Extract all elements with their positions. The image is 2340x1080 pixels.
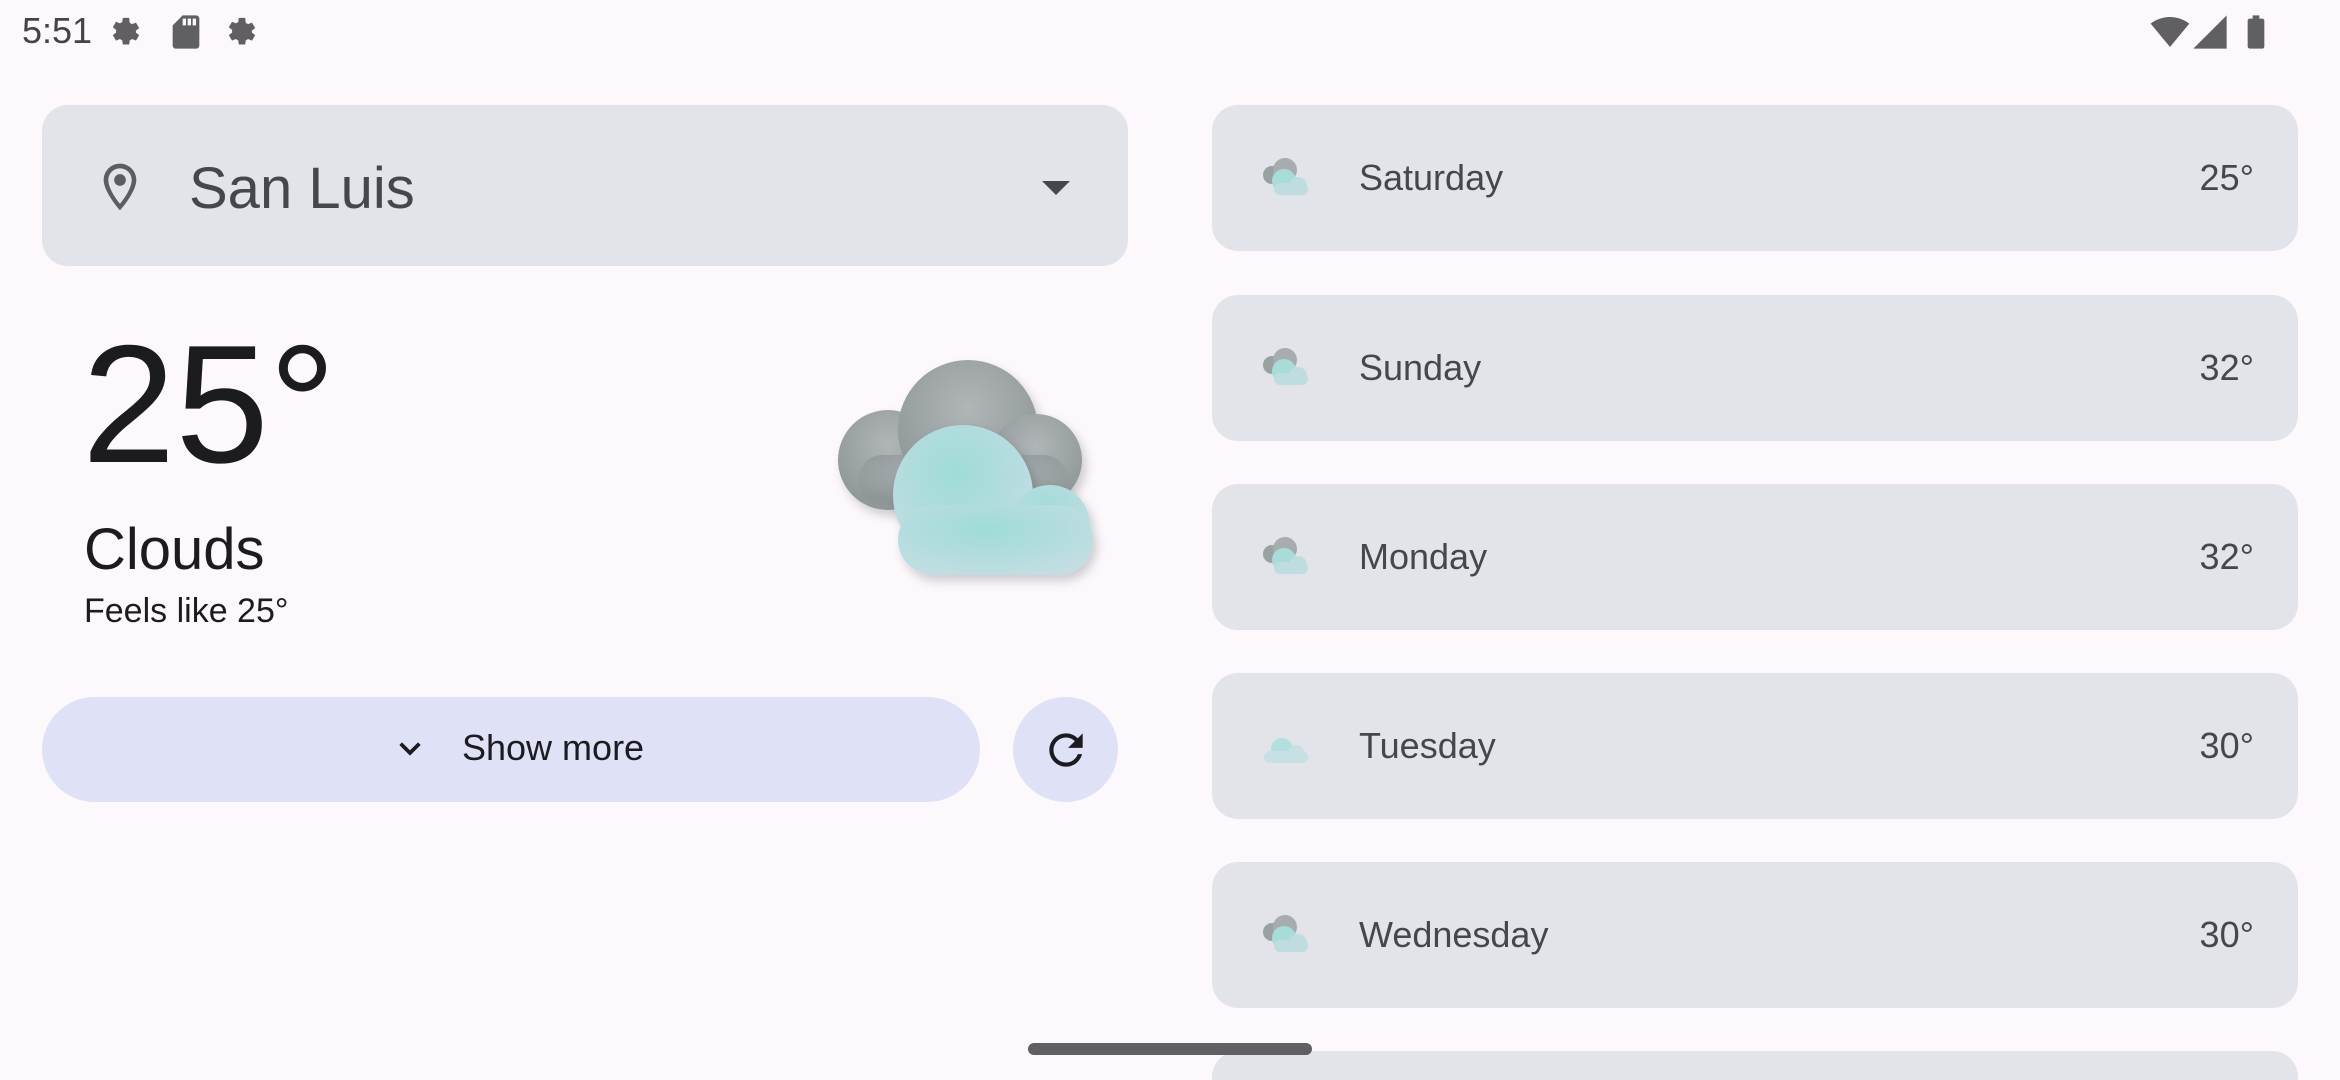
clouds-icon	[1263, 348, 1308, 385]
light-cloud-icon	[1264, 738, 1308, 763]
forecast-day: Wednesday	[1359, 914, 1549, 955]
forecast-row-partial[interactable]	[1212, 1051, 2298, 1080]
settings-gear-icon	[228, 17, 256, 45]
location-name: San Luis	[189, 156, 415, 221]
forecast-row-wednesday[interactable]: Wednesday 30°	[1212, 862, 2298, 1008]
clouds-icon	[1263, 915, 1308, 952]
forecast-row-monday[interactable]: Monday 32°	[1212, 484, 2298, 630]
status-time: 5:51	[22, 10, 93, 51]
forecast-temp: 30°	[2199, 725, 2254, 766]
location-pin-icon	[103, 163, 137, 211]
forecast-temp: 32°	[2199, 347, 2254, 388]
home-indicator[interactable]	[1028, 1043, 1312, 1055]
cell-signal-icon	[2193, 15, 2227, 49]
status-bar: 5:51	[0, 0, 2340, 64]
forecast-day: Tuesday	[1359, 725, 1496, 766]
current-temperature: 25°	[82, 310, 337, 498]
weather-app-screen: 5:51 San Luis 25° Clouds Feels like 25° …	[0, 0, 2340, 1080]
clouds-icon	[1263, 158, 1308, 195]
battery-icon	[2247, 15, 2265, 49]
forecast-row-sunday[interactable]: Sunday 32°	[1212, 295, 2298, 441]
chevron-down-icon	[399, 742, 421, 756]
forecast-temp: 30°	[2199, 914, 2254, 955]
forecast-day: Monday	[1359, 536, 1488, 577]
sd-card-icon	[172, 15, 200, 49]
forecast-temp: 25°	[2199, 157, 2254, 198]
wifi-icon	[2150, 17, 2190, 47]
cloud-icon	[838, 360, 1093, 575]
clouds-icon	[1263, 537, 1308, 574]
current-condition: Clouds	[84, 517, 265, 582]
forecast-row-tuesday[interactable]: Tuesday 30°	[1212, 673, 2298, 819]
feels-like-text: Feels like 25°	[84, 592, 289, 630]
forecast-day: Saturday	[1359, 157, 1504, 198]
forecast-day: Sunday	[1359, 347, 1482, 388]
refresh-button[interactable]	[1013, 697, 1118, 802]
forecast-row-saturday[interactable]: Saturday 25°	[1212, 105, 2298, 251]
show-more-button[interactable]: Show more	[42, 697, 980, 802]
arrow-drop-down-icon[interactable]	[1038, 177, 1074, 199]
location-selector[interactable]: San Luis	[42, 105, 1128, 266]
refresh-icon	[1049, 733, 1083, 767]
show-more-label: Show more	[462, 727, 645, 768]
forecast-temp: 32°	[2199, 536, 2254, 577]
settings-gear-icon	[112, 17, 140, 45]
